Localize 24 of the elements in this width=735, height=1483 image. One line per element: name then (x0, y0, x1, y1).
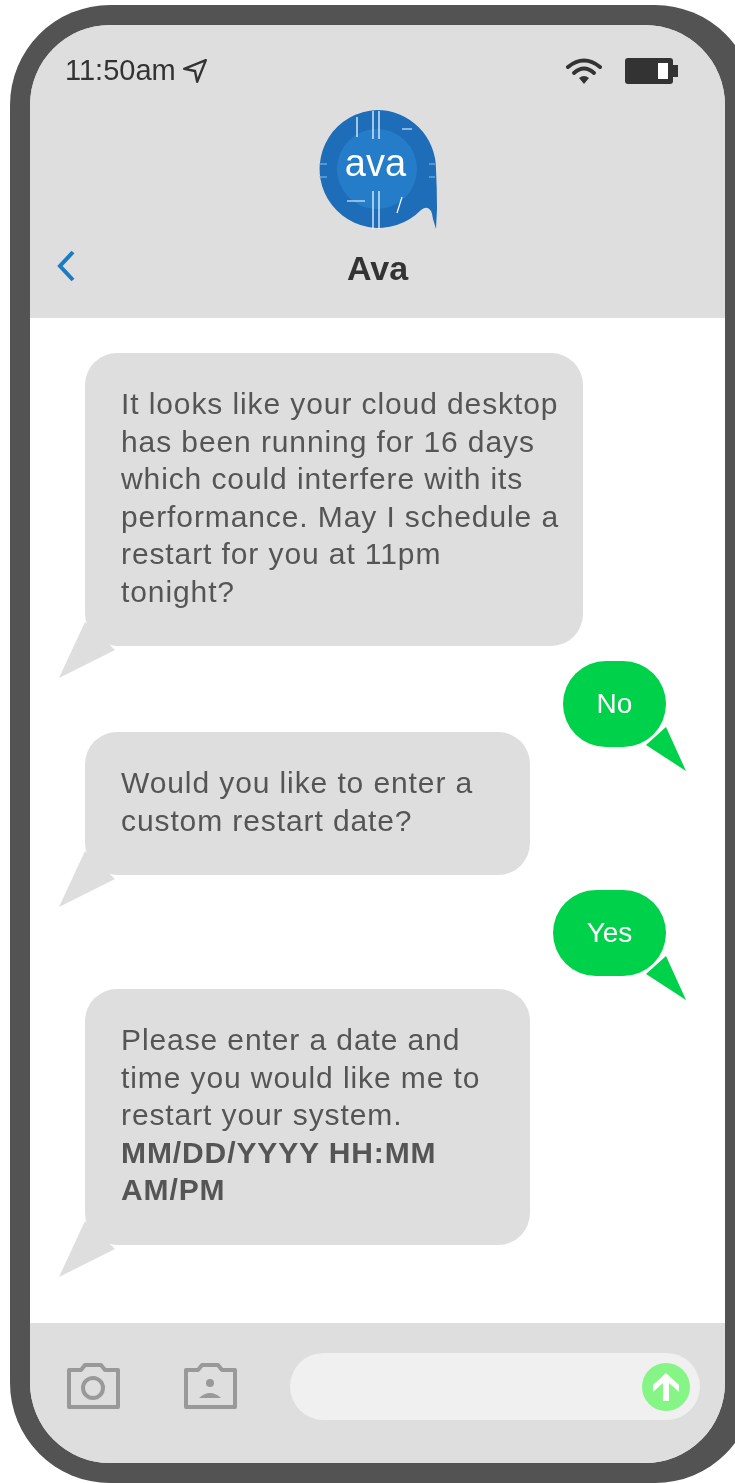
back-button[interactable] (55, 248, 77, 283)
bubble-tail-icon (59, 1220, 115, 1277)
back-icon (55, 248, 77, 283)
message-bubble: Please enter a date and time you would like me to restart your system. MM/DD/YYYY HH:MM AM/PM (85, 989, 530, 1245)
bubble-tail-icon (646, 956, 686, 1000)
message-bubble: No (563, 661, 666, 747)
bubble-tail-icon (59, 851, 115, 907)
person-icon (183, 1360, 238, 1410)
contact-name: Ava (346, 247, 409, 289)
arrow-up-icon (653, 1372, 679, 1401)
wifi-icon (565, 56, 603, 85)
send-button[interactable] (642, 1362, 690, 1411)
camera-icon (66, 1360, 121, 1410)
camera-button[interactable] (66, 1360, 121, 1410)
logo-text: ava (343, 142, 408, 183)
bubble-tail-icon (59, 622, 115, 678)
location-arrow-icon (181, 57, 208, 84)
contact-card-button[interactable] (183, 1360, 238, 1410)
message-bubble: It looks like your cloud desktop has been running for 16 days which could interfere with its performance. May I schedule a restart for you at 11pm tonight? (85, 353, 583, 646)
bubble-tail-icon (646, 727, 686, 771)
message-bubble: Would you like to enter a custom restart date? (85, 732, 530, 875)
message-bubble: Yes (553, 890, 666, 976)
battery-icon (625, 56, 679, 85)
status-time: 11:50am (65, 53, 176, 88)
